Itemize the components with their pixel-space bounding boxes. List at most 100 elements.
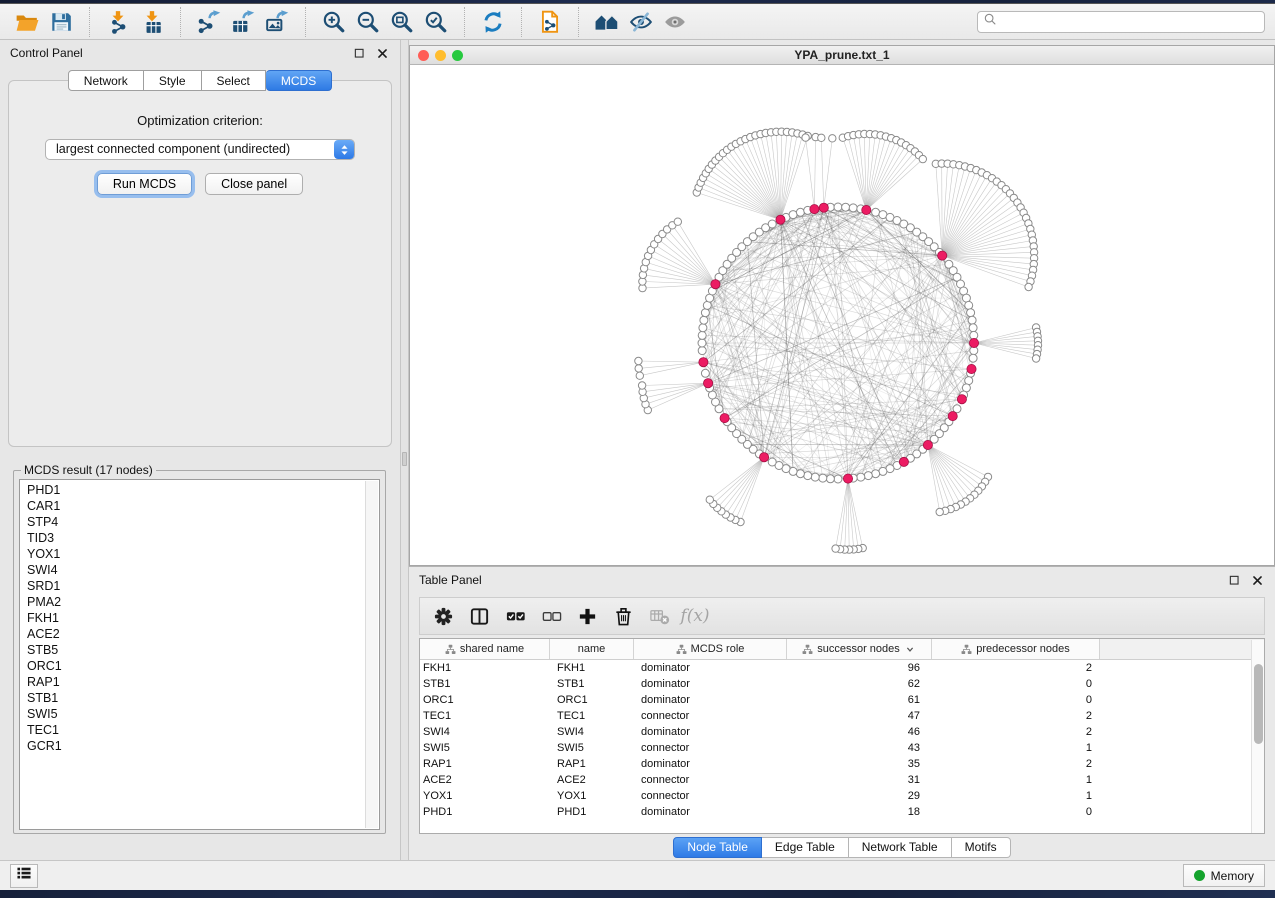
plus-icon[interactable] [572, 601, 602, 631]
mcds-result-item[interactable]: TEC1 [27, 722, 365, 738]
column-header-name[interactable]: name [550, 639, 634, 659]
tab-style[interactable]: Style [144, 70, 202, 91]
mcds-result-item[interactable]: STP4 [27, 514, 365, 530]
tab-motifs[interactable]: Motifs [952, 837, 1011, 858]
cell-predecessor-nodes: 1 [932, 790, 1100, 802]
mcds-result-list[interactable]: PHD1CAR1STP4TID3YOX1SWI4SRD1PMA2FKH1ACE2… [19, 479, 380, 830]
table-row[interactable]: SWI4SWI4dominator462 [420, 724, 1264, 740]
mcds-result-item[interactable]: STB1 [27, 690, 365, 706]
toolbar-group [10, 7, 78, 37]
cell-name: ACE2 [550, 774, 634, 786]
mcds-result-title: MCDS result (17 nodes) [21, 463, 156, 477]
column-header-MCDS-role[interactable]: MCDS role [634, 639, 787, 659]
desktop: { "colors": { "accent_blue": "#2e7ae4", … [0, 0, 1275, 898]
export-table-icon[interactable] [226, 7, 260, 37]
save-icon[interactable] [44, 7, 78, 37]
tab-edge-table[interactable]: Edge Table [762, 837, 849, 858]
tab-network-table[interactable]: Network Table [849, 837, 952, 858]
cell-successor-nodes: 31 [787, 774, 932, 786]
table-row[interactable]: SWI5SWI5connector431 [420, 740, 1264, 756]
close-table-panel-icon[interactable] [1249, 572, 1265, 588]
import-network-icon[interactable] [101, 7, 135, 37]
table-row[interactable]: ACE2ACE2connector311 [420, 772, 1264, 788]
cell-shared-name: YOX1 [420, 790, 550, 802]
refresh-icon[interactable] [476, 7, 510, 37]
eye-icon[interactable] [658, 7, 692, 37]
cell-shared-name: PHD1 [420, 806, 550, 818]
mcds-result-item[interactable]: ACE2 [27, 626, 365, 642]
table-row[interactable]: YOX1YOX1connector291 [420, 788, 1264, 804]
run-mcds-button[interactable]: Run MCDS [97, 173, 192, 195]
cell-predecessor-nodes: 0 [932, 678, 1100, 690]
empty-boxes-icon[interactable] [536, 601, 566, 631]
table-row[interactable]: PHD1PHD1dominator180 [420, 804, 1264, 820]
table-row[interactable]: FKH1FKH1dominator962 [420, 660, 1264, 676]
network-graph[interactable] [410, 65, 1274, 565]
zoom-fit-icon[interactable] [385, 7, 419, 37]
mcds-result-item[interactable]: TID3 [27, 530, 365, 546]
optimization-criterion-select[interactable]: largest connected component (undirected) [45, 139, 355, 160]
trash-icon[interactable] [608, 601, 638, 631]
mcds-result-item[interactable]: PMA2 [27, 594, 365, 610]
memory-button[interactable]: Memory [1183, 864, 1265, 887]
mcds-result-item[interactable]: YOX1 [27, 546, 365, 562]
table-row[interactable]: ORC1ORC1dominator610 [420, 692, 1264, 708]
tab-mcds[interactable]: MCDS [266, 70, 332, 91]
eye-slash-icon[interactable] [624, 7, 658, 37]
column-header-successor-nodes[interactable]: successor nodes [787, 639, 932, 659]
table-row[interactable]: STB1STB1dominator620 [420, 676, 1264, 692]
table-scrollbar[interactable] [1251, 640, 1264, 833]
check-boxes-icon[interactable] [500, 601, 530, 631]
gear-icon[interactable] [428, 601, 458, 631]
export-image-icon[interactable] [260, 7, 294, 37]
close-panel-icon[interactable] [374, 45, 390, 61]
zoom-in-icon[interactable] [317, 7, 351, 37]
close-panel-button[interactable]: Close panel [205, 173, 303, 195]
export-network-icon[interactable] [192, 7, 226, 37]
zoom-out-icon[interactable] [351, 7, 385, 37]
float-table-panel-icon[interactable] [1226, 572, 1242, 588]
houses-icon[interactable] [590, 7, 624, 37]
panel-splitter[interactable] [400, 40, 409, 860]
network-canvas[interactable] [409, 65, 1275, 566]
mcds-result-item[interactable]: SRD1 [27, 578, 365, 594]
mcds-result-item[interactable]: CAR1 [27, 498, 365, 514]
cell-successor-nodes: 62 [787, 678, 932, 690]
mcds-result-item[interactable]: GCR1 [27, 738, 365, 754]
columns-icon[interactable] [464, 601, 494, 631]
table-row[interactable]: TEC1TEC1connector472 [420, 708, 1264, 724]
table-row[interactable]: RAP1RAP1dominator352 [420, 756, 1264, 772]
mcds-result-item[interactable]: RAP1 [27, 674, 365, 690]
cell-successor-nodes: 29 [787, 790, 932, 802]
tab-node-table[interactable]: Node Table [673, 837, 762, 858]
cell-predecessor-nodes: 2 [932, 726, 1100, 738]
mcds-result-item[interactable]: SWI4 [27, 562, 365, 578]
open-icon[interactable] [10, 7, 44, 37]
column-header-shared-name[interactable]: shared name [420, 639, 550, 659]
memory-status-icon [1194, 870, 1205, 881]
cell-MCDS-role: connector [634, 774, 787, 786]
cell-MCDS-role: dominator [634, 678, 787, 690]
mcds-result-item[interactable]: PHD1 [27, 482, 365, 498]
cell-MCDS-role: dominator [634, 758, 787, 770]
cell-name: ORC1 [550, 694, 634, 706]
toolbar-group [180, 7, 294, 37]
column-header-predecessor-nodes[interactable]: predecessor nodes [932, 639, 1100, 659]
mcds-result-item[interactable]: ORC1 [27, 658, 365, 674]
import-table-icon[interactable] [135, 7, 169, 37]
zoom-selected-icon[interactable] [419, 7, 453, 37]
task-history-button[interactable] [10, 864, 38, 888]
share-document-icon[interactable] [533, 7, 567, 37]
tab-network[interactable]: Network [68, 70, 144, 91]
cell-shared-name: ACE2 [420, 774, 550, 786]
search-input[interactable] [998, 13, 1259, 31]
mcds-list-scrollbar[interactable] [365, 481, 378, 828]
mcds-result-item[interactable]: STB5 [27, 642, 365, 658]
float-panel-icon[interactable] [351, 45, 367, 61]
cell-name: PHD1 [550, 806, 634, 818]
tab-select[interactable]: Select [202, 70, 266, 91]
mcds-result-item[interactable]: SWI5 [27, 706, 365, 722]
cell-successor-nodes: 96 [787, 662, 932, 674]
mcds-result-item[interactable]: FKH1 [27, 610, 365, 626]
column-header-filler [1100, 639, 1264, 659]
